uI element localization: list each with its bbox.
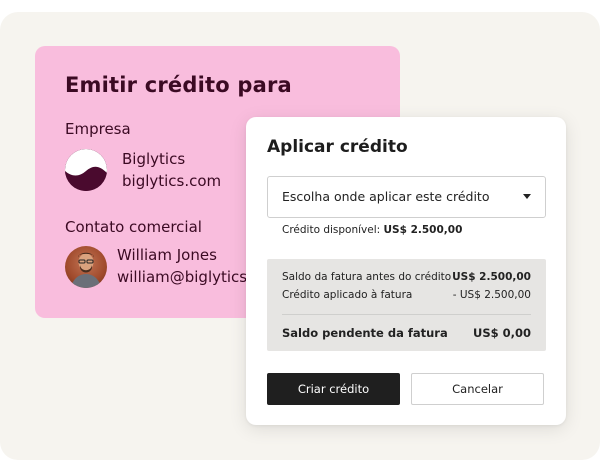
company-name: Biglytics (122, 150, 186, 168)
issue-credit-title: Emitir crédito para (65, 73, 292, 97)
available-credit-label: Crédito disponível: (282, 224, 381, 236)
avatar (65, 246, 107, 288)
summary-divider (282, 314, 531, 315)
available-credit: Crédito disponível: US$ 2.500,00 (282, 224, 462, 236)
apply-credit-dialog: Aplicar crédito Escolha onde aplicar est… (246, 117, 566, 425)
select-placeholder: Escolha onde aplicar este crédito (282, 189, 490, 204)
create-credit-button[interactable]: Criar crédito (267, 373, 400, 405)
company-label: Empresa (65, 120, 131, 138)
available-credit-value: US$ 2.500,00 (383, 224, 463, 236)
apply-credit-title: Aplicar crédito (267, 137, 408, 157)
biglytics-logo-icon (65, 149, 107, 191)
summary-row-label: Crédito aplicado à fatura (282, 289, 413, 301)
summary-total-value: US$ 0,00 (473, 326, 531, 340)
summary-row-label: Saldo da fatura antes do crédito (282, 271, 452, 283)
caret-down-icon (523, 194, 531, 199)
contact-label: Contato comercial (65, 218, 202, 236)
summary-row-value: US$ 2.500,00 (452, 271, 531, 283)
invoice-summary: Saldo da fatura antes do crédito US$ 2.5… (267, 259, 546, 351)
summary-row-value: - US$ 2.500,00 (452, 289, 531, 301)
apply-destination-select[interactable]: Escolha onde aplicar este crédito (267, 176, 546, 218)
summary-total-label: Saldo pendente da fatura (282, 326, 448, 340)
contact-name: William Jones (117, 246, 217, 264)
cancel-button[interactable]: Cancelar (411, 373, 544, 405)
company-domain: biglytics.com (122, 172, 222, 190)
